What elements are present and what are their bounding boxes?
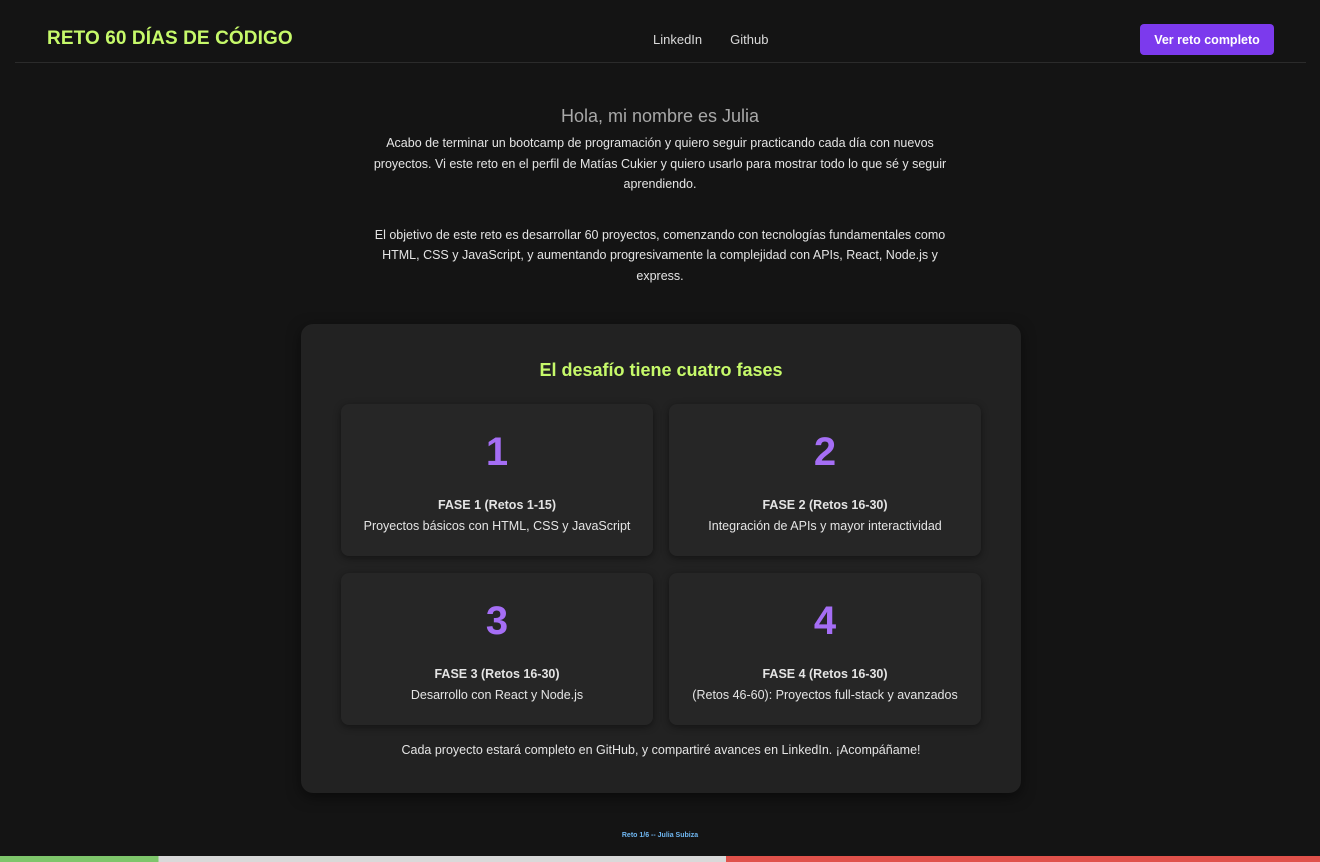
phase-card-4: 4 FASE 4 (Retos 16-30) (Retos 46-60): Pr… (669, 573, 981, 725)
phase-number: 2 (813, 430, 837, 474)
phase-description: Desarrollo con React y Node.js (410, 688, 584, 702)
phase-title: FASE 1 (Retos 1-15) (437, 498, 557, 512)
page: RETO 60 DÍAS DE CÓDIGO LinkedIn Github Ve… (0, 0, 1320, 862)
phase-number: 4 (813, 599, 837, 643)
phase-card-2: 2 FASE 2 (Retos 16-30) Integración de AP… (669, 404, 981, 556)
phase-title: FASE 4 (Retos 16-30) (762, 667, 888, 681)
phase-description: Proyectos básicos con HTML, CSS y JavaSc… (363, 519, 631, 533)
phase-title: FASE 2 (Retos 16-30) (762, 498, 888, 512)
phase-card-3: 3 FASE 3 (Retos 16-30) Desarrollo con Re… (341, 573, 653, 725)
phase-number: 1 (485, 430, 509, 474)
phase-card-1: 1 FASE 1 (Retos 1-15) Proyectos básicos … (341, 404, 653, 556)
site-header: RETO 60 DÍAS DE CÓDIGO LinkedIn Github Ve… (15, 0, 1306, 63)
objective-paragraph: El objetivo de este reto es desarrollar … (374, 227, 946, 283)
page-credit: Reto 1/6 -- Julia Subiza (621, 832, 699, 839)
phases-panel: El desafío tiene cuatro fases 1 FASE 1 (… (301, 324, 1021, 793)
brand-logo-text[interactable]: RETO 60 DÍAS DE CÓDIGO (47, 28, 293, 50)
app-frame: RETO 60 DÍAS DE CÓDIGO LinkedIn Github Ve… (0, 0, 1320, 856)
greeting-heading: Hola, mi nombre es Julia (560, 106, 760, 126)
phases-heading: El desafío tiene cuatro fases (539, 360, 783, 380)
intro-paragraph: Acabo de terminar un bootcamp de program… (373, 136, 947, 191)
phase-title: FASE 3 (Retos 16-30) (434, 667, 560, 681)
phase-description: Integración de APIs y mayor interactivid… (708, 519, 942, 533)
taskbar-strip (0, 856, 1320, 862)
main-nav: LinkedIn Github (653, 32, 796, 47)
phase-description: (Retos 46-60): Proyectos full-stack y av… (692, 688, 958, 702)
nav-link-linkedin[interactable]: LinkedIn (653, 32, 702, 47)
phase-number: 3 (485, 599, 509, 643)
intro-section: Hola, mi nombre es Julia Acabo de termin… (360, 106, 960, 286)
phases-footer-note: Cada proyecto estará completo en GitHub,… (401, 743, 921, 757)
view-challenge-button[interactable]: Ver reto completo (1140, 24, 1274, 55)
nav-link-github[interactable]: Github (730, 32, 768, 47)
